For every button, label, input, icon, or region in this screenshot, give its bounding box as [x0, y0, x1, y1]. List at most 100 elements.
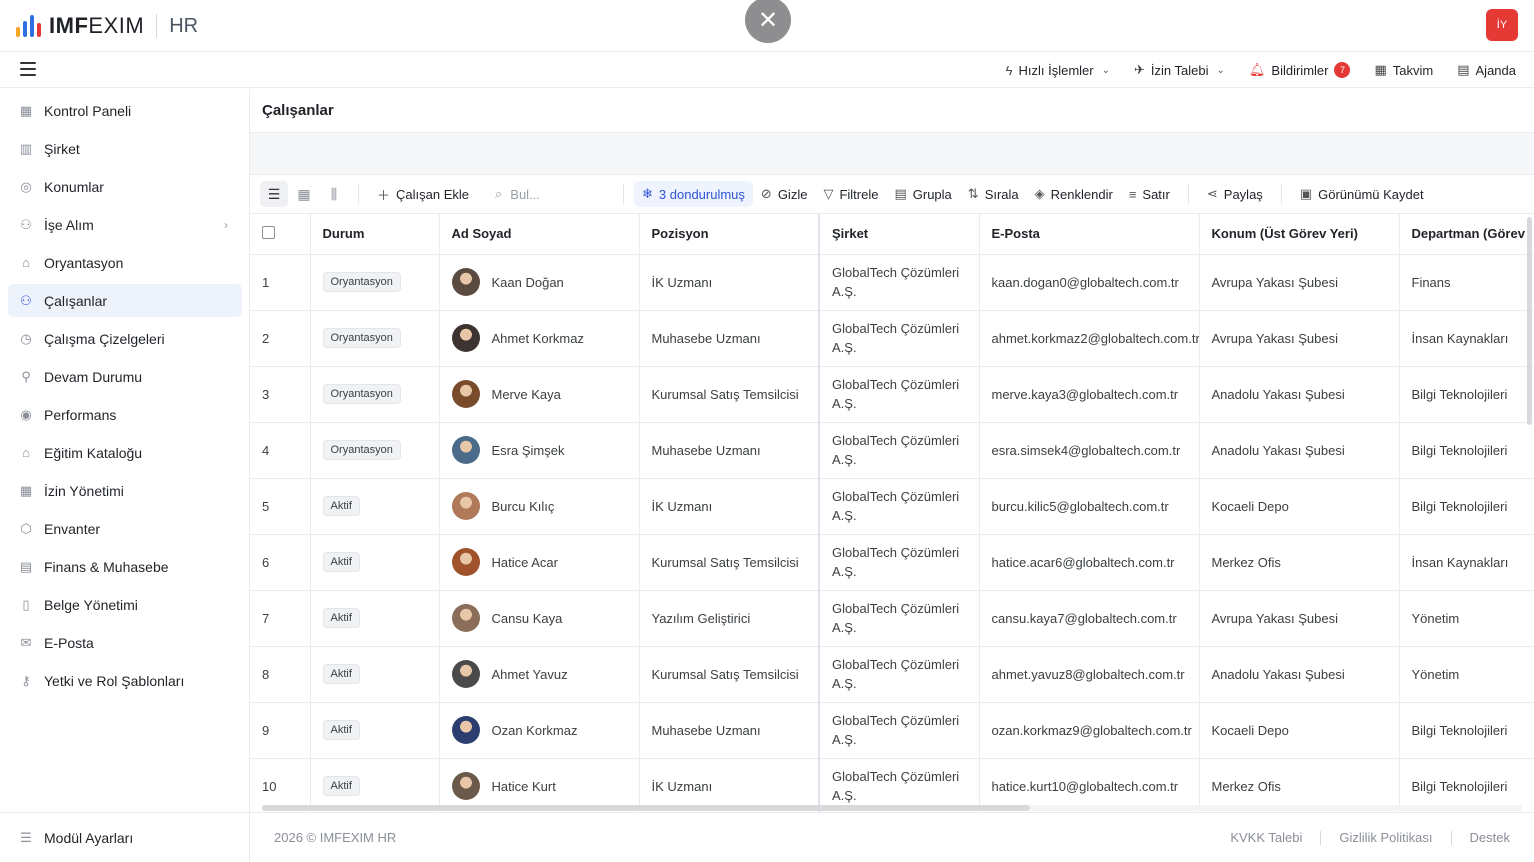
hide-button[interactable]: ⊘ Gizle: [753, 181, 816, 207]
row-number-cell[interactable]: 2: [250, 310, 311, 367]
scrollbar-thumb[interactable]: [262, 805, 1030, 811]
email-cell[interactable]: ahmet.yavuz8@globaltech.com.tr: [979, 646, 1200, 703]
colorize-button[interactable]: ◈ Renklendir: [1027, 181, 1121, 207]
email-cell[interactable]: hatice.acar6@globaltech.com.tr: [979, 534, 1200, 591]
module-settings-button[interactable]: ☰ Modül Ayarları: [8, 821, 242, 854]
company-cell[interactable]: GlobalTech Çözümleri A.Ş.: [819, 366, 980, 423]
position-cell[interactable]: Yazılım Geliştirici: [639, 590, 820, 647]
row-number-cell[interactable]: 9: [250, 702, 311, 759]
chart-view-icon[interactable]: ⫼: [320, 181, 348, 207]
department-cell[interactable]: Yönetim: [1399, 590, 1534, 647]
status-cell[interactable]: Oryantasyon: [310, 366, 440, 423]
location-cell[interactable]: Avrupa Yakası Şubesi: [1199, 254, 1400, 311]
sidebar-item-roles[interactable]: ⚷ Yetki ve Rol Şablonları: [8, 664, 242, 697]
sidebar-item-company[interactable]: ▥ Şirket: [8, 132, 242, 165]
table-row[interactable]: 1 Oryantasyon Kaan Doğan İK Uzmanı GlobalTec…: [250, 254, 1534, 311]
table-row[interactable]: 5 Aktif Burcu Kılıç İK Uzmanı GlobalTech Çöz…: [250, 478, 1534, 535]
email-cell[interactable]: ahmet.korkmaz2@globaltech.com.tr: [979, 310, 1200, 367]
sidebar-item-dashboard[interactable]: ▦ Kontrol Paneli: [8, 94, 242, 127]
agenda-button[interactable]: ▤ Ajanda: [1457, 62, 1516, 78]
share-button[interactable]: ⋖ Paylaş: [1199, 181, 1271, 207]
vertical-scrollbar[interactable]: [1527, 217, 1532, 425]
position-cell[interactable]: Kurumsal Satış Temsilcisi: [639, 534, 820, 591]
horizontal-scrollbar[interactable]: [262, 805, 1522, 811]
row-number-cell[interactable]: 6: [250, 534, 311, 591]
table-row[interactable]: 8 Aktif Ahmet Yavuz Kurumsal Satış Temsilci…: [250, 646, 1534, 703]
position-cell[interactable]: Muhasebe Uzmanı: [639, 702, 820, 759]
department-cell[interactable]: Bilgi Teknolojileri: [1399, 422, 1534, 479]
grid-view-icon[interactable]: ▦: [290, 181, 318, 207]
email-cell[interactable]: esra.simsek4@globaltech.com.tr: [979, 422, 1200, 479]
row-number-cell[interactable]: 3: [250, 366, 311, 423]
company-cell[interactable]: GlobalTech Çözümleri A.Ş.: [819, 534, 980, 591]
leave-request-menu[interactable]: ✈ İzin Talebi ⌄: [1134, 62, 1225, 78]
group-button[interactable]: ▤ Grupla: [886, 181, 959, 207]
notifications-button[interactable]: 🔔︎ Bildirimler 7: [1249, 62, 1351, 78]
column-header[interactable]: E-Posta: [979, 214, 1200, 255]
name-cell[interactable]: Burcu Kılıç: [439, 478, 640, 535]
search-input[interactable]: ⌕ Bul...: [495, 186, 613, 202]
quick-actions-menu[interactable]: ϟ Hızlı İşlemler ⌄: [1006, 63, 1110, 78]
column-header[interactable]: Şirket: [819, 214, 980, 255]
add-employee-button[interactable]: ＋ Çalışan Ekle: [369, 181, 477, 207]
name-cell[interactable]: Ahmet Yavuz: [439, 646, 640, 703]
row-number-cell[interactable]: 5: [250, 478, 311, 535]
location-cell[interactable]: Kocaeli Depo: [1199, 478, 1400, 535]
status-cell[interactable]: Aktif: [310, 702, 440, 759]
kvkk-link[interactable]: KVKK Talebi: [1230, 830, 1302, 845]
company-cell[interactable]: GlobalTech Çözümleri A.Ş.: [819, 254, 980, 311]
email-cell[interactable]: ozan.korkmaz9@globaltech.com.tr: [979, 702, 1200, 759]
status-cell[interactable]: Oryantasyon: [310, 310, 440, 367]
location-cell[interactable]: Anadolu Yakası Şubesi: [1199, 646, 1400, 703]
department-cell[interactable]: Bilgi Teknolojileri: [1399, 702, 1534, 759]
company-cell[interactable]: GlobalTech Çözümleri A.Ş.: [819, 702, 980, 759]
row-height-button[interactable]: ≡ Satır: [1121, 181, 1178, 207]
location-cell[interactable]: Kocaeli Depo: [1199, 702, 1400, 759]
row-number-cell[interactable]: 7: [250, 590, 311, 647]
filter-button[interactable]: ▽ Filtrele: [815, 181, 886, 207]
sidebar-item-attendance[interactable]: ⚲ Devam Durumu: [8, 360, 242, 393]
table-row[interactable]: 3 Oryantasyon Merve Kaya Kurumsal Satış Tem…: [250, 366, 1534, 423]
table-row[interactable]: 4 Oryantasyon Esra Şimşek Muhasebe Uzmanı Gl…: [250, 422, 1534, 479]
table-row[interactable]: 7 Aktif Cansu Kaya Yazılım Geliştirici Globa…: [250, 590, 1534, 647]
name-cell[interactable]: Ozan Korkmaz: [439, 702, 640, 759]
department-cell[interactable]: Bilgi Teknolojileri: [1399, 366, 1534, 423]
row-number-cell[interactable]: 4: [250, 422, 311, 479]
company-cell[interactable]: GlobalTech Çözümleri A.Ş.: [819, 422, 980, 479]
row-number-cell[interactable]: 1: [250, 254, 311, 311]
location-cell[interactable]: Anadolu Yakası Şubesi: [1199, 422, 1400, 479]
calendar-button[interactable]: ▦ Takvim: [1374, 62, 1433, 78]
location-cell[interactable]: Merkez Ofis: [1199, 534, 1400, 591]
list-view-icon[interactable]: ☰: [260, 181, 288, 207]
name-cell[interactable]: Cansu Kaya: [439, 590, 640, 647]
column-header[interactable]: Konum (Üst Görev Yeri): [1199, 214, 1400, 255]
table-row[interactable]: 9 Aktif Ozan Korkmaz Muhasebe Uzmanı GlobalT…: [250, 702, 1534, 759]
sidebar-item-recruitment[interactable]: ⚇ İşe Alım ›: [8, 208, 242, 241]
column-header[interactable]: Pozisyon: [639, 214, 820, 255]
name-cell[interactable]: Hatice Acar: [439, 534, 640, 591]
row-number-cell[interactable]: 8: [250, 646, 311, 703]
sidebar-item-inventory[interactable]: ⬡ Envanter: [8, 512, 242, 545]
menu-toggle-icon[interactable]: [20, 62, 36, 76]
position-cell[interactable]: İK Uzmanı: [639, 478, 820, 535]
sort-button[interactable]: ⇅ Sırala: [960, 181, 1027, 207]
frozen-columns-button[interactable]: ❄ 3 dondurulmuş: [634, 181, 753, 207]
company-cell[interactable]: GlobalTech Çözümleri A.Ş.: [819, 478, 980, 535]
name-cell[interactable]: Esra Şimşek: [439, 422, 640, 479]
company-cell[interactable]: GlobalTech Çözümleri A.Ş.: [819, 646, 980, 703]
column-header[interactable]: Departman (Görev: [1399, 214, 1534, 255]
department-cell[interactable]: İnsan Kaynakları: [1399, 534, 1534, 591]
sidebar-item-performance[interactable]: ◉ Performans: [8, 398, 242, 431]
name-cell[interactable]: Merve Kaya: [439, 366, 640, 423]
status-cell[interactable]: Aktif: [310, 478, 440, 535]
location-cell[interactable]: Avrupa Yakası Şubesi: [1199, 310, 1400, 367]
sidebar-item-locations[interactable]: ◎ Konumlar: [8, 170, 242, 203]
location-cell[interactable]: Anadolu Yakası Şubesi: [1199, 366, 1400, 423]
app-logo[interactable]: IMFEXIM HR: [16, 12, 198, 40]
sidebar-item-leave-management[interactable]: ▦ İzin Yönetimi: [8, 474, 242, 507]
sidebar-item-onboarding[interactable]: ⌂ Oryantasyon: [8, 246, 242, 279]
position-cell[interactable]: İK Uzmanı: [639, 254, 820, 311]
status-cell[interactable]: Aktif: [310, 646, 440, 703]
status-cell[interactable]: Aktif: [310, 534, 440, 591]
sidebar-item-training-catalog[interactable]: ⌂ Eğitim Kataloğu: [8, 436, 242, 469]
